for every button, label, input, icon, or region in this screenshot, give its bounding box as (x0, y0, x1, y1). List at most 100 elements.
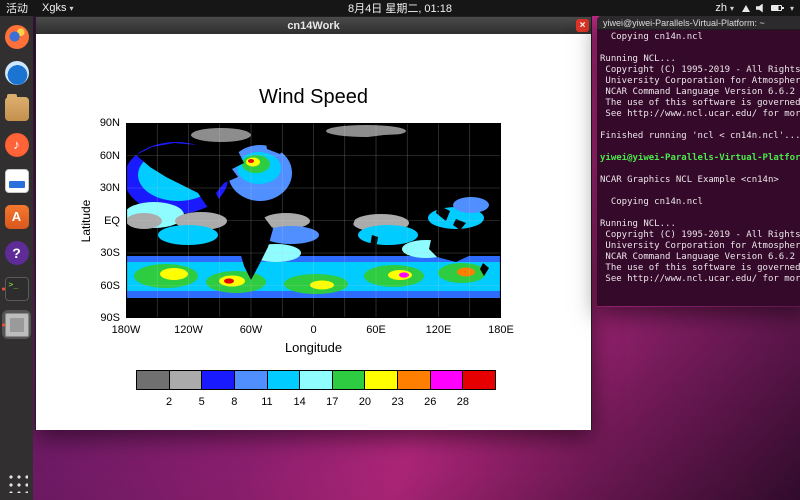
y-tick-label: EQ (76, 214, 120, 228)
colorbar-label: 20 (352, 396, 378, 408)
app-icon (5, 25, 29, 49)
terminal-line: University Corporation for Atmospheric R (600, 241, 800, 252)
terminal-line: See http://www.ncl.ucar.edu/ for more de (600, 109, 800, 120)
system-status-area[interactable] (742, 4, 782, 13)
terminal-line (600, 120, 800, 131)
terminal-line (600, 43, 800, 54)
dock-item-terminal[interactable] (2, 274, 31, 303)
y-tick-label: 30N (76, 181, 120, 195)
y-tick-label: 30S (76, 246, 120, 260)
terminal-title: yiwei@yiwei-Parallels-Virtual-Platform: … (603, 18, 765, 28)
desktop: 活动 Xgks 8月4日 星期二, 01:18 zh ▾ (0, 0, 800, 500)
dock (0, 16, 33, 500)
chevron-down-icon: ▾ (790, 4, 794, 13)
terminal-line: NCAR Command Language Version 6.6.2 (600, 252, 800, 263)
colorbar-cell (268, 371, 300, 389)
battery-icon (771, 5, 782, 11)
colorbar-cell (463, 371, 495, 389)
terminal-line: NCAR Graphics NCL Example <cn14n> (600, 175, 800, 186)
colorbar-label: 8 (221, 396, 247, 408)
colorbar-cell (333, 371, 365, 389)
x-tick-label: 120W (169, 324, 209, 336)
colorbar-label: 28 (450, 396, 476, 408)
terminal-line: Running NCL... (600, 54, 800, 65)
colorbar-cell (202, 371, 234, 389)
x-tick-label: 180E (481, 324, 521, 336)
x-tick-label: 60E (356, 324, 396, 336)
app-icon (5, 133, 29, 157)
dock-item-thunderbird[interactable] (2, 58, 31, 87)
top-bar: 活动 Xgks 8月4日 星期二, 01:18 zh ▾ (0, 0, 800, 16)
x-tick-label: 120E (419, 324, 459, 336)
plot-canvas: Wind Speed Latitude 90N60N30NEQ30S60S90S (36, 34, 591, 430)
dock-item-firefox[interactable] (2, 22, 31, 51)
close-button[interactable]: × (576, 19, 589, 32)
y-tick-label: 60N (76, 149, 120, 163)
terminal-line: Copyright (C) 1995-2019 - All Rights Res (600, 65, 800, 76)
colorbar-cell (137, 371, 169, 389)
app-icon (5, 61, 29, 85)
colorbar-cell (431, 371, 463, 389)
colorbar (136, 370, 496, 390)
input-method-indicator[interactable]: zh (715, 2, 734, 14)
world-map-svg (126, 123, 501, 318)
terminal-line: See http://www.ncl.ucar.edu/ for more de (600, 274, 800, 285)
dock-item-libreoffice-writer[interactable] (2, 166, 31, 195)
app-icon (5, 241, 29, 265)
x-axis-label: Longitude (126, 340, 501, 355)
terminal-line: The use of this software is governed by (600, 98, 800, 109)
colorbar-label: 2 (156, 396, 182, 408)
dock-item-ubuntu-software[interactable] (2, 202, 31, 231)
x-tick-label: 180W (106, 324, 146, 336)
dock-item-show-applications[interactable] (2, 467, 31, 496)
colorbar-cell (170, 371, 202, 389)
colorbar-cell (365, 371, 397, 389)
clock[interactable]: 8月4日 星期二, 01:18 (0, 0, 800, 16)
terminal-line: yiwei@yiwei-Parallels-Virtual-Platform:~… (600, 153, 800, 164)
colorbar-cell (398, 371, 430, 389)
dock-item-help[interactable] (2, 238, 31, 267)
terminal-line (600, 208, 800, 219)
terminal-titlebar[interactable]: yiwei@yiwei-Parallels-Virtual-Platform: … (597, 16, 800, 30)
app-icon (5, 97, 29, 121)
terminal-line: University Corporation for Atmospheric R (600, 76, 800, 87)
colorbar-label: 17 (319, 396, 345, 408)
y-tick-labels: 90N 60N 30N EQ 30S 60S 90S (76, 116, 120, 325)
app-icon (6, 471, 28, 493)
wind-speed-map (126, 123, 501, 318)
y-tick-label: 90S (76, 311, 120, 325)
dock-item-files[interactable] (2, 94, 31, 123)
volume-icon (756, 4, 765, 13)
terminal-body[interactable]: Copying cn14n.ncl Running NCL... Copyrigh… (597, 30, 800, 306)
terminal-line: Copying cn14n.ncl (600, 32, 800, 43)
plot-window-titlebar[interactable]: cn14Work × (36, 17, 591, 34)
plot-window-title: cn14Work (287, 20, 339, 32)
colorbar-label: 26 (417, 396, 443, 408)
dock-item-xgks-window[interactable] (2, 310, 31, 339)
x-tick-label: 60W (231, 324, 271, 336)
app-menu-button[interactable]: Xgks (42, 2, 73, 14)
colorbar-cell (235, 371, 267, 389)
x-tick-label: 0 (294, 324, 334, 336)
terminal-line: Finished running 'ncl < cn14n.ncl'... (600, 131, 800, 142)
y-tick-label: 60S (76, 279, 120, 293)
plot-window: cn14Work × Wind Speed Latitude 90N60N30N… (35, 16, 592, 430)
colorbar-label: 23 (385, 396, 411, 408)
terminal-line: The use of this software is governed by (600, 263, 800, 274)
app-icon (5, 277, 29, 301)
x-tick-labels: 180W 120W 60W 0 60E 120E 180E (106, 324, 521, 336)
colorbar-cell (300, 371, 332, 389)
dock-item-rhythmbox[interactable] (2, 130, 31, 159)
app-icon (5, 169, 29, 193)
terminal-line: Copyright (C) 1995-2019 - All Rights Res (600, 230, 800, 241)
terminal-line: Running NCL... (600, 219, 800, 230)
colorbar-labels: 25811141720232628 (156, 396, 476, 408)
app-icon (5, 205, 29, 229)
activities-button[interactable]: 活动 (6, 0, 28, 16)
y-tick-label: 90N (76, 116, 120, 130)
terminal-line (600, 142, 800, 153)
colorbar-label: 11 (254, 396, 280, 408)
terminal-line: Copying cn14n.ncl (600, 197, 800, 208)
terminal-window: yiwei@yiwei-Parallels-Virtual-Platform: … (597, 16, 800, 307)
terminal-line (600, 186, 800, 197)
